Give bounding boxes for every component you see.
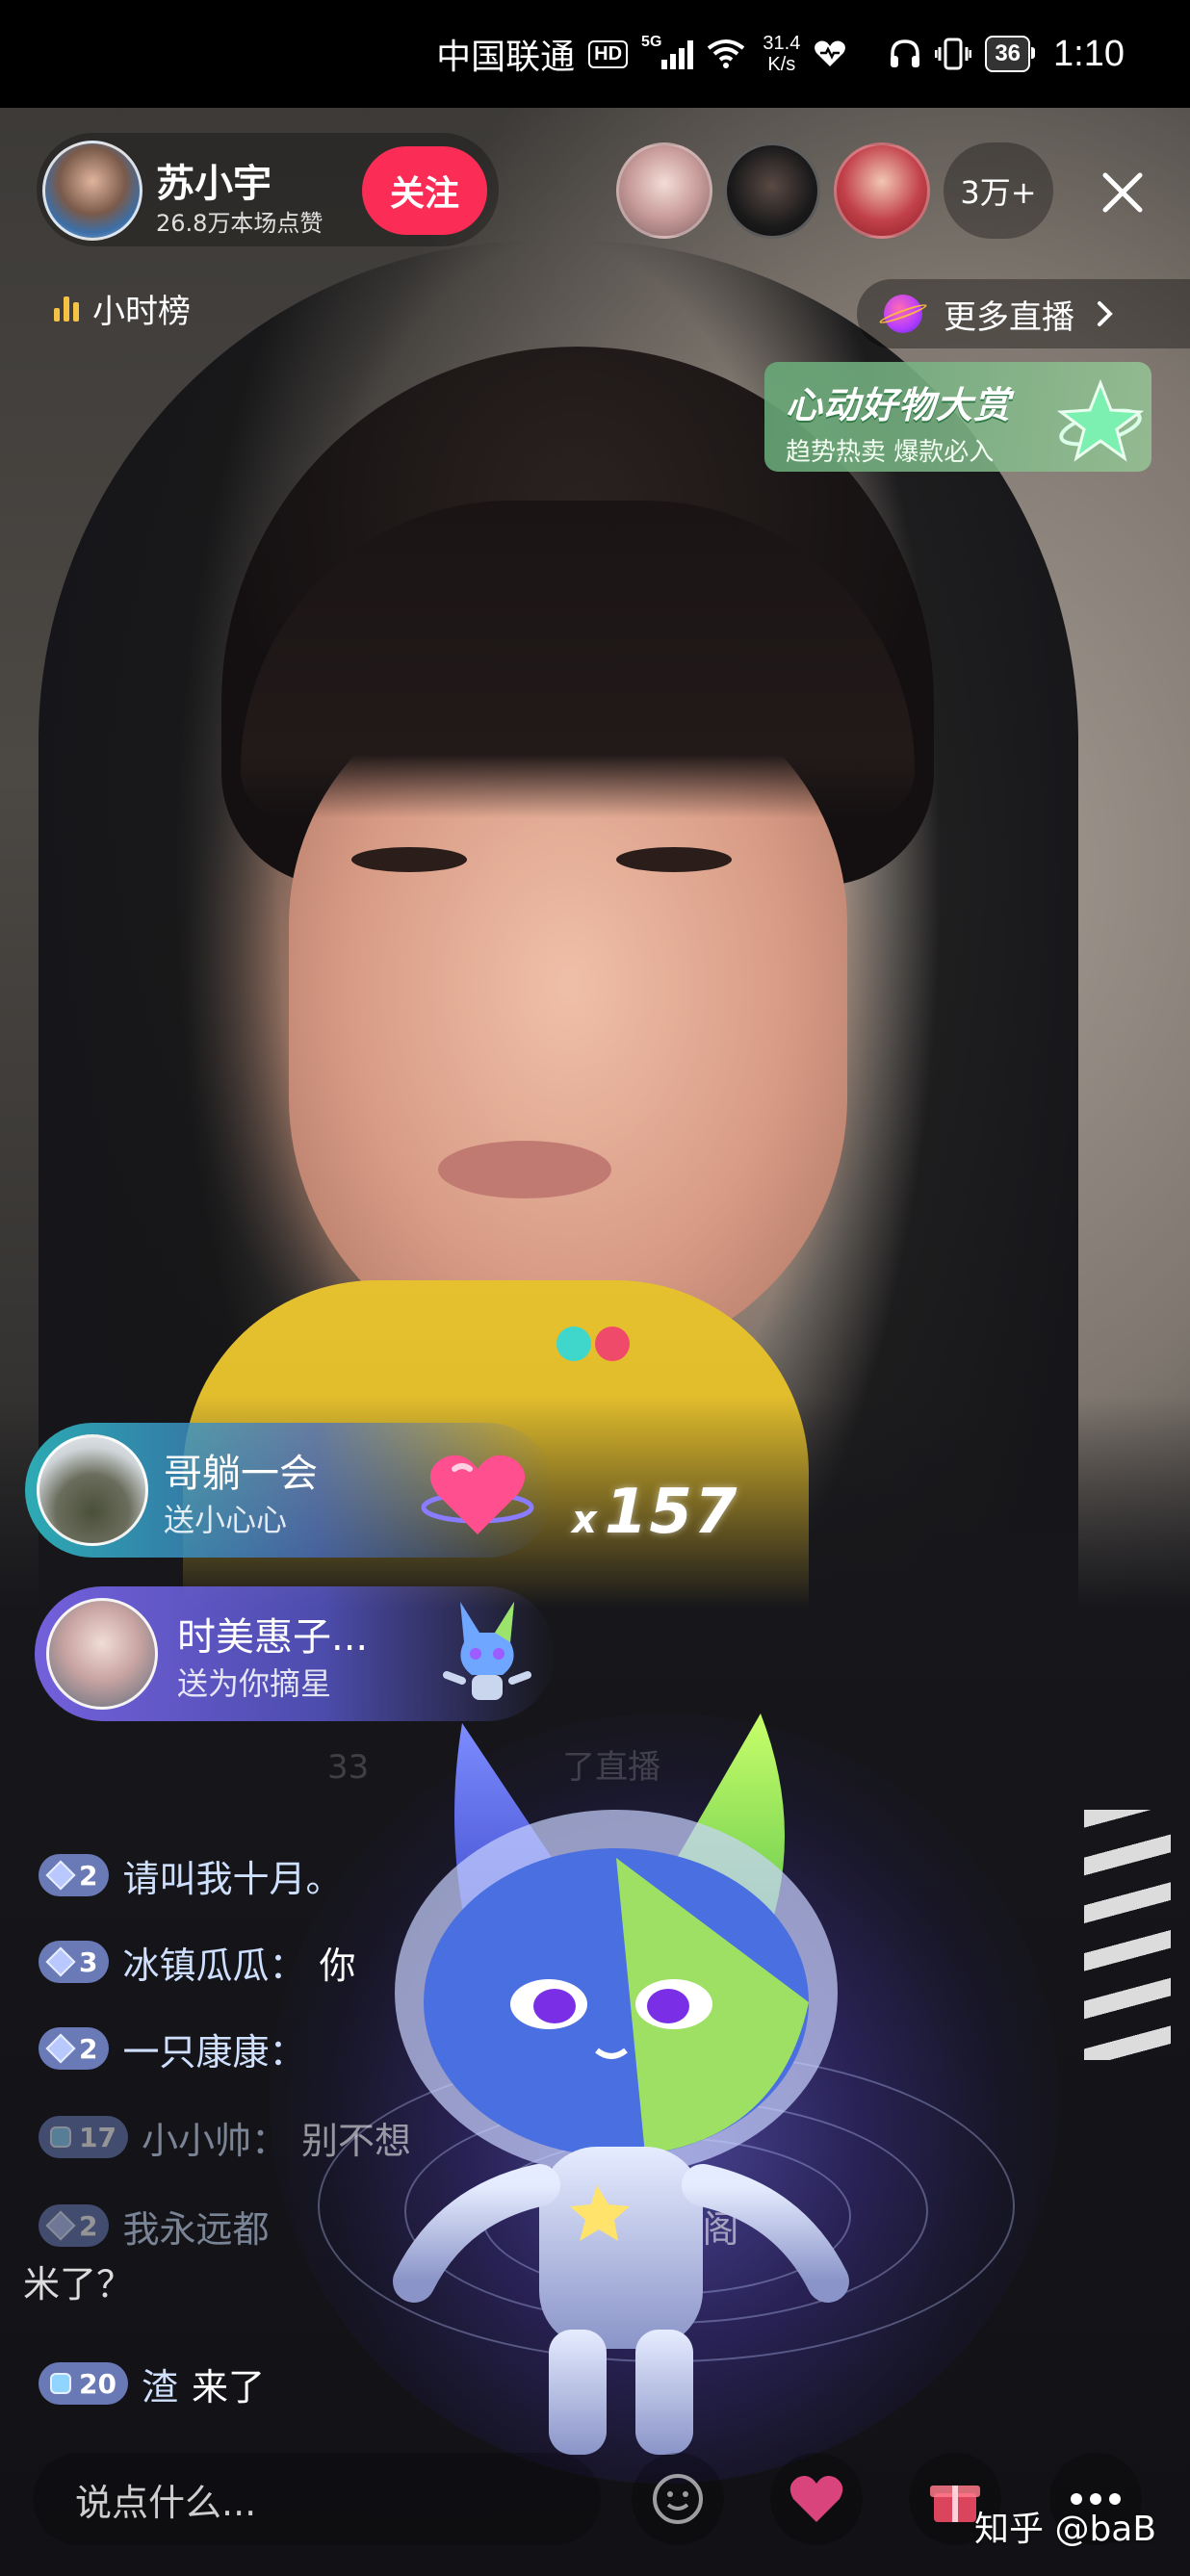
- battery-level: 36: [995, 40, 1022, 66]
- level-number: 2: [79, 2209, 98, 2242]
- chat-message[interactable]: 3 冰镇瓜瓜： 你: [39, 1930, 356, 1994]
- diamond-icon: [45, 2033, 76, 2064]
- smile-icon: [653, 2474, 703, 2524]
- dot-teal: [556, 1327, 591, 1361]
- combo-prefix: x: [572, 1498, 599, 1542]
- chat-message[interactable]: 20 渣 来了: [39, 2352, 265, 2415]
- gift-combo-counter: x157: [572, 1477, 738, 1548]
- heart-gift-icon: [421, 1455, 534, 1534]
- loading-dots: [556, 1327, 630, 1361]
- user-level-badge: 20: [39, 2362, 128, 2405]
- chat-continuation-text: 米了？: [23, 2263, 134, 2306]
- chat-message[interactable]: 2 请叫我十月。: [39, 1843, 343, 1907]
- heart-icon: [789, 2476, 843, 2522]
- chevron-right-icon: [1098, 301, 1113, 326]
- top-viewer-avatar[interactable]: [724, 142, 820, 239]
- rank-bars-icon: [54, 295, 79, 322]
- signal-bars-icon: 5G: [641, 34, 694, 69]
- close-button[interactable]: [1084, 154, 1161, 231]
- speed-value: 31.4: [763, 33, 801, 54]
- combo-count: 157: [604, 1477, 739, 1548]
- eye-left: [351, 847, 467, 872]
- chat-text: 来了: [191, 2365, 265, 2409]
- headphones-icon: [889, 39, 921, 69]
- chat-message[interactable]: 2 一只康康：: [39, 2017, 306, 2080]
- hexagon-icon: [50, 2126, 71, 2148]
- more-live-label: 更多直播: [944, 297, 1074, 337]
- user-level-badge: 3: [39, 1941, 110, 1983]
- wifi-icon: [707, 39, 745, 69]
- close-icon: [1102, 172, 1143, 213]
- gift-action-text: 送为你摘星: [177, 1665, 332, 1702]
- heart-health-icon: [814, 39, 846, 68]
- chat-username: 请叫我十月。: [122, 1857, 343, 1900]
- level-number: 17: [79, 2121, 116, 2153]
- mouth: [438, 1141, 611, 1198]
- like-button[interactable]: [770, 2453, 863, 2545]
- level-number: 20: [79, 2367, 116, 2400]
- astronaut-cat-gift-animation: [393, 1713, 849, 2455]
- chat-username: 冰镇瓜瓜：: [122, 1944, 306, 1987]
- gift-sender-avatar[interactable]: [37, 1434, 148, 1546]
- dot-pink: [595, 1327, 630, 1361]
- top-viewer-avatar[interactable]: [834, 142, 930, 239]
- chat-username: 一只康康：: [122, 2030, 306, 2074]
- diamond-icon: [45, 2210, 76, 2241]
- hour-rank-label: 小时榜: [92, 292, 191, 331]
- chat-text: 你: [319, 1944, 356, 1987]
- diamond-icon: [45, 1860, 76, 1891]
- jacket-stripes: [1084, 1810, 1171, 2060]
- user-level-badge: 2: [39, 2204, 110, 2247]
- eye-right: [616, 847, 732, 872]
- host-avatar[interactable]: [42, 141, 142, 241]
- user-level-badge: 17: [39, 2116, 128, 2158]
- emoji-button[interactable]: [632, 2453, 724, 2545]
- user-level-badge: 2: [39, 2027, 110, 2070]
- user-level-badge: 2: [39, 1854, 110, 1896]
- watermark: 知乎 @baB: [974, 2510, 1157, 2549]
- star-gift-icon: [443, 1602, 531, 1700]
- comment-input[interactable]: 说点什么...: [33, 2453, 601, 2545]
- network-speed: 31.4 K/s: [763, 33, 800, 75]
- vibrate-icon: [935, 38, 972, 70]
- host-likes-count: 26.8万本场点赞: [156, 210, 323, 237]
- chat-username: 小小帅：: [141, 2119, 288, 2162]
- status-bar: 中国联通 HD 5G 31.4 K/s 36 1:10: [0, 0, 1190, 108]
- chat-message[interactable]: 17 小小帅： 别不想: [39, 2105, 411, 2169]
- gift-action-text: 送小心心: [164, 1502, 288, 1538]
- chat-username: 渣: [141, 2365, 178, 2409]
- diamond-icon: [45, 1946, 76, 1977]
- follow-button[interactable]: 关注: [362, 146, 487, 235]
- top-viewer-avatar[interactable]: [616, 142, 712, 239]
- gift-sender-name: 哥躺一会: [164, 1452, 318, 1496]
- gift-sender-avatar[interactable]: [46, 1598, 158, 1710]
- more-live-button[interactable]: 更多直播: [857, 279, 1190, 348]
- level-number: 2: [79, 2032, 98, 2065]
- host-name[interactable]: 苏小宇: [156, 152, 272, 208]
- level-number: 3: [79, 1945, 98, 1978]
- promo-card[interactable]: 心动好物大赏 趋势热卖 爆款必入: [764, 362, 1151, 472]
- clock: 1:10: [1053, 33, 1125, 74]
- speed-unit: K/s: [767, 54, 796, 75]
- chat-username: 我永远都: [122, 2207, 270, 2251]
- gift-sender-name: 时美惠子...: [177, 1615, 369, 1660]
- hd-badge: HD: [588, 39, 629, 68]
- star-icon: [1057, 378, 1144, 462]
- hour-rank-button[interactable]: 小时榜: [54, 279, 191, 337]
- viewer-count-button[interactable]: 3万+: [944, 142, 1053, 239]
- carrier-label: 中国联通: [436, 37, 576, 76]
- planet-icon: [884, 295, 922, 333]
- level-number: 2: [79, 1859, 98, 1892]
- network-type-label: 5G: [641, 34, 662, 50]
- battery-icon: 36: [985, 36, 1035, 72]
- hexagon-icon: [50, 2373, 71, 2394]
